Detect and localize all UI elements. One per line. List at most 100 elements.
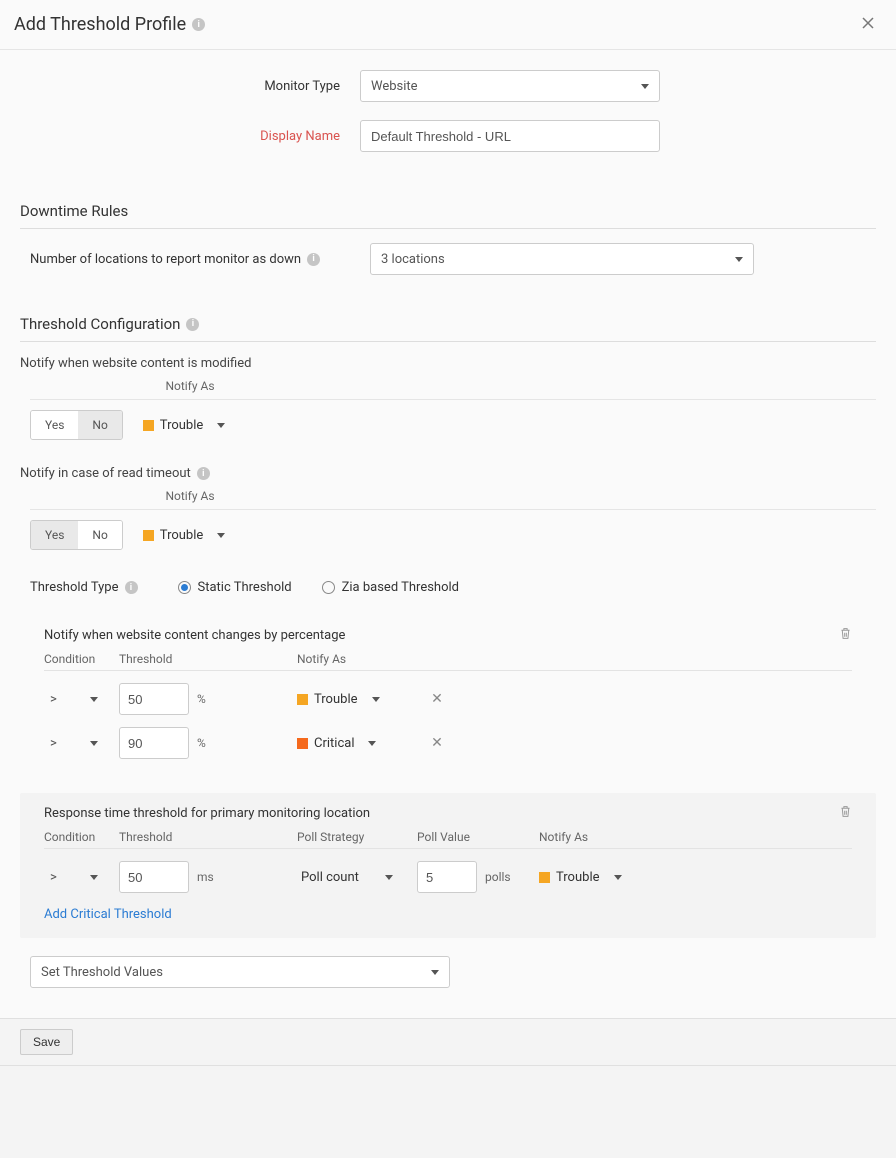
delete-button[interactable] — [839, 805, 852, 822]
add-critical-threshold-link[interactable]: Add Critical Threshold — [44, 907, 172, 922]
locations-down-value: 3 locations — [381, 252, 445, 267]
status-color-icon — [143, 530, 154, 541]
condition-value: > — [50, 692, 57, 707]
condition-select[interactable]: > — [44, 684, 104, 714]
chevron-down-icon — [90, 741, 98, 746]
col-condition: Condition — [44, 830, 119, 844]
status-color-icon — [297, 694, 308, 705]
status-text: Trouble — [314, 692, 358, 707]
condition-value: > — [50, 870, 57, 885]
monitor-type-select[interactable]: Website — [360, 70, 660, 102]
read-timeout-toggle[interactable]: Yes No — [30, 520, 123, 550]
toggle-yes[interactable]: Yes — [31, 411, 78, 439]
display-name-label: Display Name — [20, 129, 360, 144]
chevron-down-icon — [217, 423, 225, 428]
remove-row-button[interactable]: ✕ — [431, 691, 443, 707]
threshold-input[interactable] — [119, 683, 189, 715]
radio-label: Static Threshold — [198, 580, 292, 595]
info-icon[interactable]: i — [307, 253, 320, 266]
notify-as-select[interactable]: Critical — [297, 736, 376, 751]
toggle-yes[interactable]: Yes — [31, 521, 78, 549]
content-modified-label-text: Notify when website content is modified — [20, 356, 251, 371]
display-name-input[interactable] — [360, 120, 660, 152]
col-notify-as: Notify As — [297, 652, 383, 666]
poll-value-input[interactable] — [417, 861, 477, 893]
threshold-config-title-text: Threshold Configuration — [20, 315, 180, 333]
threshold-input[interactable] — [119, 727, 189, 759]
delete-button[interactable] — [839, 627, 852, 644]
col-threshold: Threshold — [119, 652, 297, 666]
condition-select[interactable]: > — [44, 862, 104, 892]
set-threshold-values-select[interactable]: Set Threshold Values — [30, 956, 450, 988]
radio-label: Zia based Threshold — [342, 580, 459, 595]
save-button[interactable]: Save — [20, 1029, 73, 1055]
notify-as-header: Notify As — [150, 379, 230, 393]
info-icon[interactable]: i — [197, 467, 210, 480]
unit-label: polls — [485, 870, 511, 884]
chevron-down-icon — [372, 697, 380, 702]
chevron-down-icon — [90, 697, 98, 702]
col-condition: Condition — [44, 652, 119, 666]
toggle-no[interactable]: No — [78, 411, 121, 439]
info-icon[interactable]: i — [125, 581, 138, 594]
status-color-icon — [143, 420, 154, 431]
status-text: Critical — [314, 736, 354, 751]
monitor-type-value: Website — [371, 79, 418, 94]
read-timeout-label-text: Notify in case of read timeout — [20, 466, 191, 481]
content-modified-label: Notify when website content is modified — [20, 356, 876, 371]
page-title-text: Add Threshold Profile — [14, 14, 186, 35]
col-threshold: Threshold — [119, 830, 297, 844]
chevron-down-icon — [217, 533, 225, 538]
chevron-down-icon — [641, 84, 649, 89]
radio-icon — [322, 581, 335, 594]
read-timeout-label: Notify in case of read timeout i — [20, 466, 876, 481]
status-text: Trouble — [160, 418, 204, 433]
downtime-rules-title-text: Downtime Rules — [20, 202, 128, 220]
locations-down-label-text: Number of locations to report monitor as… — [30, 252, 301, 267]
col-notify-as: Notify As — [539, 830, 625, 844]
content-changes-title: Notify when website content changes by p… — [44, 628, 345, 643]
remove-row-button[interactable]: ✕ — [431, 735, 443, 751]
status-text: Trouble — [556, 870, 600, 885]
info-icon[interactable]: i — [186, 318, 199, 331]
status-color-icon — [539, 872, 550, 883]
condition-select[interactable]: > — [44, 728, 104, 758]
radio-static-threshold[interactable]: Static Threshold — [178, 580, 292, 595]
content-modified-toggle[interactable]: Yes No — [30, 410, 123, 440]
unit-label: ms — [197, 870, 214, 884]
threshold-config-title: Threshold Configuration i — [20, 305, 876, 342]
radio-zia-threshold[interactable]: Zia based Threshold — [322, 580, 459, 595]
status-text: Trouble — [160, 528, 204, 543]
threshold-row: > % Trouble ✕ — [44, 683, 852, 715]
unit-label: % — [197, 736, 206, 750]
notify-as-header: Notify As — [150, 489, 230, 503]
set-threshold-values-label: Set Threshold Values — [41, 965, 163, 980]
chevron-down-icon — [90, 875, 98, 880]
notify-as-select[interactable]: Trouble — [297, 692, 380, 707]
response-time-title: Response time threshold for primary moni… — [44, 806, 370, 821]
condition-value: > — [50, 736, 57, 751]
chevron-down-icon — [431, 970, 439, 975]
content-modified-status[interactable]: Trouble — [143, 418, 226, 433]
monitor-type-label: Monitor Type — [20, 79, 360, 94]
read-timeout-status[interactable]: Trouble — [143, 528, 226, 543]
unit-label: % — [197, 692, 206, 706]
downtime-rules-title: Downtime Rules — [20, 192, 876, 229]
radio-icon — [178, 581, 191, 594]
page-title: Add Threshold Profile i — [14, 14, 205, 35]
col-poll-value: Poll Value — [417, 830, 539, 844]
locations-down-label: Number of locations to report monitor as… — [30, 252, 370, 267]
col-poll-strategy: Poll Strategy — [297, 830, 417, 844]
threshold-row: > % Critical ✕ — [44, 727, 852, 759]
locations-down-select[interactable]: 3 locations — [370, 243, 754, 275]
close-button[interactable] — [860, 15, 876, 35]
info-icon[interactable]: i — [192, 18, 205, 31]
toggle-no[interactable]: No — [78, 521, 121, 549]
notify-as-select[interactable]: Trouble — [539, 870, 622, 885]
chevron-down-icon — [735, 257, 743, 262]
threshold-type-label-text: Threshold Type — [30, 580, 119, 595]
poll-strategy-select[interactable]: Poll count — [297, 862, 397, 892]
poll-strategy-value: Poll count — [301, 870, 359, 885]
threshold-input[interactable] — [119, 861, 189, 893]
chevron-down-icon — [385, 875, 393, 880]
